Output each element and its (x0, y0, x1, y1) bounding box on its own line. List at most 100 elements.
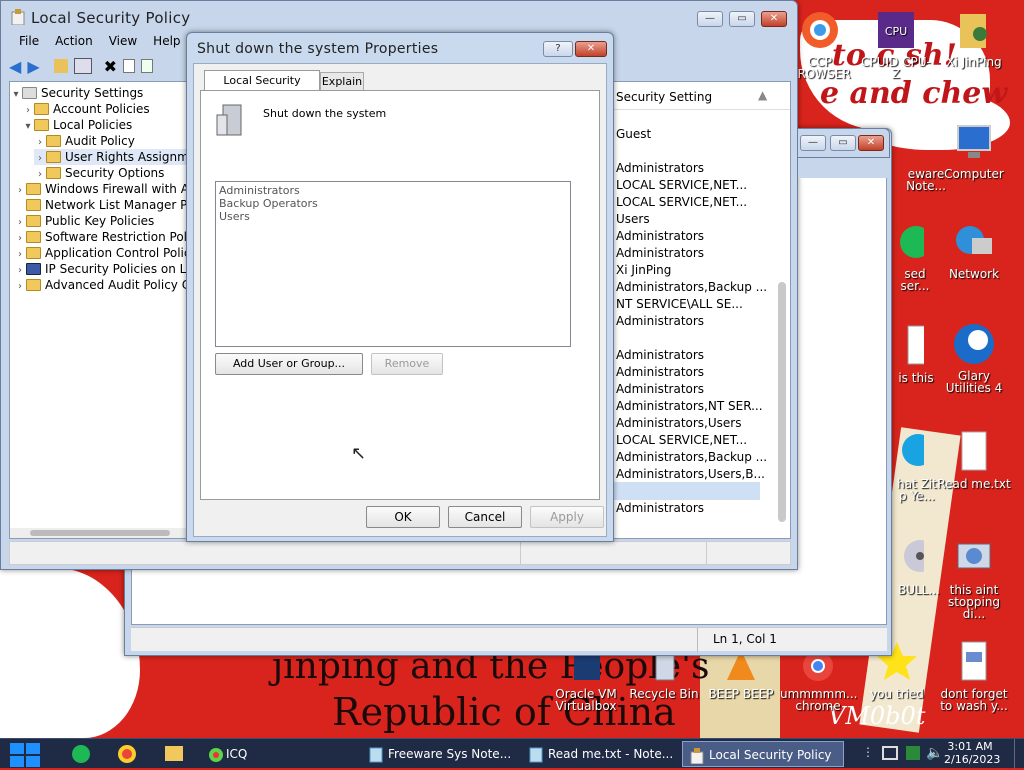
vertical-scrollbar[interactable] (778, 282, 786, 522)
read-me-window-titlebar[interactable]: — ▭ ✕ (798, 128, 890, 158)
menu-action[interactable]: Action (55, 34, 93, 54)
close-button[interactable]: ✕ (858, 135, 884, 151)
back-arrow-icon[interactable]: ◀ (9, 57, 21, 76)
file-explorer-icon[interactable] (165, 746, 183, 761)
help-button[interactable]: ? (543, 41, 573, 57)
tree-item[interactable]: ▾ Security Settings (10, 85, 143, 101)
security-setting-cell[interactable]: NT SERVICE\ALL SE... (616, 296, 743, 313)
members-list[interactable]: Administrators Backup Operators Users (215, 181, 571, 347)
tree-pane[interactable]: ▾ Security Settings › Account Policies ▾ Lo… (9, 81, 195, 539)
horizontal-scrollbar[interactable] (10, 528, 190, 538)
desktop-icon-network[interactable]: Network (936, 220, 1012, 280)
forward-arrow-icon[interactable]: ▶ (27, 57, 39, 76)
tree-item[interactable]: › Advanced Audit Policy C (14, 277, 190, 293)
desktop-icon-beep-beep[interactable]: BEEP BEEP (703, 650, 779, 700)
start-button[interactable] (10, 743, 42, 767)
tree-item[interactable]: › Windows Firewall with Ac (14, 181, 195, 197)
security-setting-cell[interactable]: LOCAL SERVICE,NET... (616, 432, 747, 449)
shield-tray-icon[interactable] (906, 746, 920, 760)
desktop-icon-this-aint[interactable]: this aint stopping di... (936, 536, 1012, 620)
list-item[interactable]: Backup Operators (219, 197, 567, 210)
minimize-button[interactable]: — (800, 135, 826, 151)
security-setting-cell[interactable]: LOCAL SERVICE,NET... (616, 177, 747, 194)
security-setting-cell[interactable]: Administrators (616, 245, 704, 262)
notepad-icon (368, 746, 384, 763)
security-setting-cell[interactable]: Administrators,Users (616, 415, 741, 432)
clock-time: 3:01 AM (947, 740, 993, 753)
properties-dialog[interactable]: Shut down the system Properties ? ✕ Loca… (186, 32, 614, 542)
security-setting-cell[interactable]: Administrators (616, 364, 704, 381)
tree-item[interactable]: › IP Security Policies on Lo (14, 261, 193, 277)
desktop-icon-read-me[interactable]: Read me.txt (936, 430, 1012, 490)
security-setting-cell[interactable]: Administrators (616, 500, 704, 517)
security-setting-cell[interactable]: Guest (616, 126, 651, 143)
scroll-up-icon[interactable]: ▲ (758, 88, 767, 102)
delete-icon[interactable]: ✖ (104, 57, 117, 76)
tree-item[interactable]: › Account Policies (22, 101, 150, 117)
security-setting-cell[interactable]: Administrators (616, 381, 704, 398)
clock[interactable]: 3:01 AM 2/16/2023 (944, 740, 1000, 766)
tree-item-selected[interactable]: › User Rights Assignm (34, 149, 189, 165)
security-setting-cell[interactable]: Administrators (616, 313, 704, 330)
tree-item[interactable]: › Security Options (34, 165, 164, 181)
tab-explain[interactable]: Explain (320, 72, 364, 92)
taskbar-task-local-security-policy[interactable]: Local Security Policy (682, 741, 844, 767)
maximize-button[interactable]: ▭ (830, 135, 856, 151)
taskbar-task-freeware-sys-note[interactable]: Freeware Sys Note... (362, 741, 516, 767)
security-setting-cell[interactable]: Administrators (616, 160, 704, 177)
security-setting-cell[interactable]: LOCAL SERVICE,NET... (616, 194, 747, 211)
security-setting-cell[interactable]: Administrators,Backup ... (616, 279, 767, 296)
menu-view[interactable]: View (109, 34, 137, 54)
menu-help[interactable]: Help (153, 34, 180, 54)
tree-item[interactable]: › Application Control Polici (14, 245, 194, 261)
text-file-icon (952, 430, 996, 474)
ok-button[interactable]: OK (366, 506, 440, 528)
security-setting-cell[interactable]: Administrators (616, 347, 704, 364)
tab-local-security-setting[interactable]: Local Security Setting (204, 70, 320, 107)
close-button[interactable]: ✕ (761, 11, 787, 27)
desktop-icon-computer[interactable]: Computer (936, 120, 1012, 180)
network-tray-icon[interactable] (882, 746, 898, 760)
security-setting-cell[interactable]: Users (616, 211, 650, 228)
volume-icon[interactable]: 🔈 (926, 745, 943, 761)
security-setting-cell[interactable]: Administrators,Backup ... (616, 449, 767, 466)
list-item[interactable]: Users (219, 210, 567, 223)
tree-item[interactable]: ▾ Local Policies (22, 117, 132, 133)
tree-item[interactable]: › Software Restriction Pol (14, 229, 187, 245)
show-hide-tree-icon[interactable] (73, 58, 92, 74)
list-item[interactable]: Administrators (219, 184, 567, 197)
desktop-icon-xi-jinping[interactable]: Xi JinPing (936, 8, 1012, 68)
desktop-icon-dont-forget[interactable]: dont forget to wash y... (936, 640, 1012, 712)
tree-item[interactable]: Network List Manager P (14, 197, 187, 213)
pinned-app-icon[interactable] (72, 745, 90, 763)
column-header-security-setting[interactable]: Security Setting (616, 90, 712, 104)
export-icon[interactable] (141, 59, 154, 73)
up-folder-icon[interactable] (53, 59, 68, 73)
desktop-icon-virtualbox[interactable]: Oracle VM Virtualbox (548, 650, 624, 712)
maximize-button[interactable]: ▭ (729, 11, 755, 27)
cancel-button[interactable]: Cancel (448, 506, 522, 528)
apply-button[interactable]: Apply (530, 506, 604, 528)
desktop-icon-chrome[interactable]: ummmmm... chrome (780, 650, 858, 712)
tray-overflow-icon[interactable]: ⋮ (862, 745, 874, 759)
desktop-icon-cpuz[interactable]: CPU CPUID CPU-Z (858, 8, 934, 80)
security-setting-cell[interactable]: Administrators (616, 228, 704, 245)
remove-button[interactable]: Remove (371, 353, 443, 375)
show-desktop-button[interactable] (1014, 739, 1024, 769)
taskbar-task-read-me[interactable]: Read me.txt - Note... (522, 741, 676, 767)
security-setting-cell[interactable]: Xi JinPing (616, 262, 671, 279)
security-setting-cell[interactable]: Administrators,Users,B... (616, 466, 765, 483)
minimize-button[interactable]: — (697, 11, 723, 27)
tree-item[interactable]: › Audit Policy (34, 133, 135, 149)
properties-icon[interactable] (123, 59, 136, 73)
chrome-icon[interactable] (118, 745, 136, 763)
taskbar-task-icq[interactable]: ICQ (200, 741, 350, 767)
security-setting-cell[interactable]: Administrators,NT SER... (616, 398, 763, 415)
desktop-icon-recycle-bin[interactable]: Recycle Bin (626, 650, 702, 700)
security-policy-icon (11, 9, 25, 26)
tree-item[interactable]: › Public Key Policies (14, 213, 154, 229)
menu-file[interactable]: File (19, 34, 39, 54)
desktop-icon-glary-utilities[interactable]: Glary Utilities 4 (936, 322, 1012, 394)
add-user-or-group-button[interactable]: Add User or Group... (215, 353, 363, 375)
close-button[interactable]: ✕ (575, 41, 607, 57)
